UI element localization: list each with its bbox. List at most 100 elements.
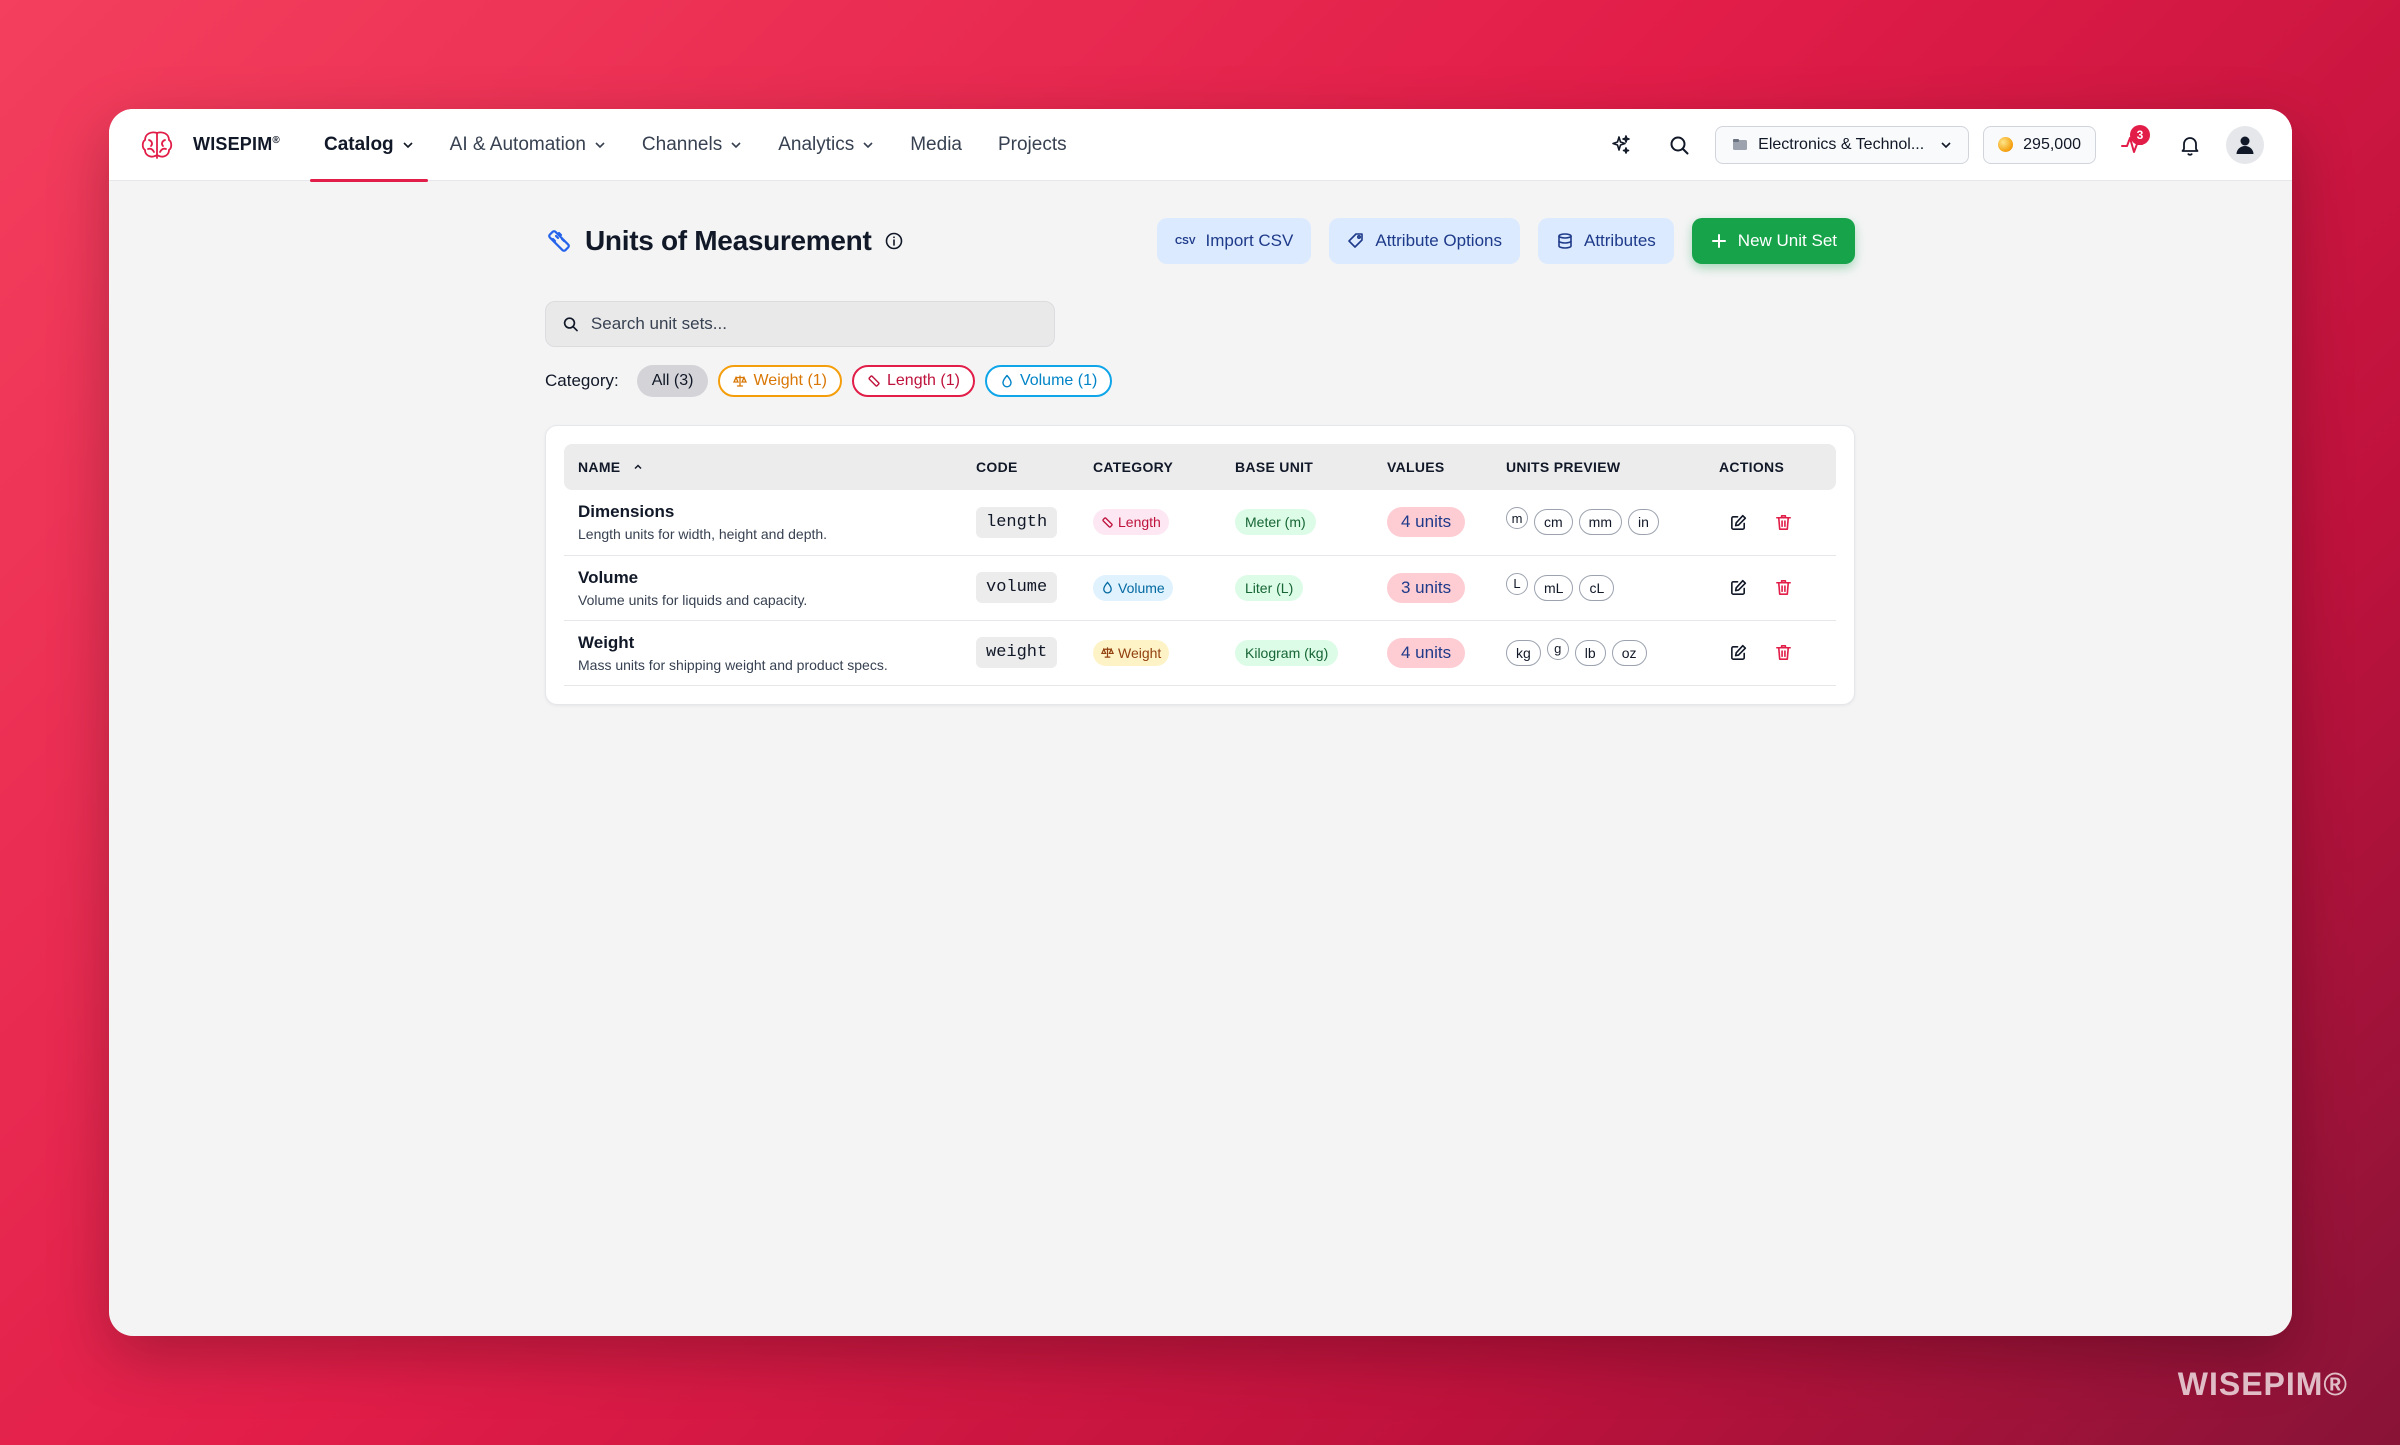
sparkles-icon	[1612, 134, 1630, 154]
nav-ai-automation[interactable]: AI & Automation	[436, 109, 620, 181]
app-window: WISEPIM® Catalog AI & Automation Channel…	[109, 109, 2292, 1336]
nav-analytics-label: Analytics	[778, 133, 855, 155]
nav-projects-label: Projects	[997, 133, 1067, 155]
global-search-button[interactable]	[1657, 123, 1701, 167]
unit-pill: oz	[1611, 639, 1647, 666]
filter-chip-all[interactable]: All (3)	[636, 365, 709, 397]
filter-chip-volume[interactable]: Volume (1)	[984, 365, 1113, 397]
page-header: Units of Measurement CSV Import CSV Attr…	[545, 217, 1855, 265]
brand-name: WISEPIM®	[193, 134, 280, 154]
table-row[interactable]: Dimensions Length units for width, heigh…	[564, 490, 1836, 556]
plus-icon	[1711, 234, 1726, 248]
nav-right-tools: Electronics & Technol... 295,000 3	[1599, 123, 2264, 167]
workspace-name: Electronics & Technol...	[1758, 135, 1925, 153]
values-count-badge: 3 units	[1387, 572, 1466, 603]
category-badge-label: Volume	[1118, 579, 1165, 596]
trash-icon[interactable]	[1774, 513, 1793, 532]
attribute-options-label: Attribute Options	[1375, 231, 1502, 250]
unit-pill: L	[1506, 572, 1528, 595]
units-preview: m cm mm in	[1506, 507, 1691, 536]
workspace-selector[interactable]: Electronics & Technol...	[1715, 125, 1970, 164]
info-icon[interactable]	[884, 231, 904, 251]
edit-icon[interactable]	[1729, 513, 1748, 532]
unit-sets-table: NAME CODE CATEGORY BASE UNIT VALUES UNIT…	[564, 444, 1836, 686]
units-preview: kg g lb oz	[1506, 637, 1691, 666]
chevron-down-icon	[595, 141, 605, 148]
base-unit-badge: Liter (L)	[1235, 574, 1304, 601]
import-csv-label: Import CSV	[1205, 231, 1294, 250]
row-actions	[1719, 643, 1822, 662]
unit-set-search[interactable]	[545, 301, 1055, 347]
unit-set-description: Mass units for shipping weight and produ…	[578, 656, 888, 673]
user-icon	[2236, 136, 2254, 154]
credits-amount: 295,000	[2023, 135, 2081, 153]
tag-icon	[1348, 233, 1364, 248]
base-unit-badge: Meter (m)	[1235, 509, 1316, 536]
unit-pill: cL	[1579, 574, 1615, 601]
column-header-name-label: NAME	[578, 459, 621, 475]
unit-sets-table-card: NAME CODE CATEGORY BASE UNIT VALUES UNIT…	[545, 425, 1855, 705]
row-actions	[1719, 513, 1822, 532]
notifications-button[interactable]	[2168, 123, 2212, 167]
ruler-icon	[868, 375, 880, 387]
droplet-icon	[1002, 374, 1012, 388]
edit-icon[interactable]	[1729, 643, 1748, 662]
values-count-badge: 4 units	[1387, 507, 1466, 538]
unit-set-name[interactable]: Volume	[578, 568, 948, 588]
new-unit-set-button[interactable]: New Unit Set	[1691, 218, 1855, 264]
unit-pill: m	[1506, 507, 1528, 530]
unit-pill: cm	[1534, 509, 1573, 536]
nav-media[interactable]: Media	[896, 109, 976, 181]
attributes-button[interactable]: Attributes	[1537, 218, 1674, 264]
unit-set-name[interactable]: Weight	[578, 633, 948, 653]
column-header-base-unit: BASE UNIT	[1235, 459, 1314, 475]
filter-chip-weight[interactable]: Weight (1)	[718, 365, 842, 397]
chevron-down-icon	[863, 141, 873, 148]
category-filters: Category: All (3) Weight (1) Length (1) …	[545, 365, 1855, 397]
page-title: Units of Measurement	[585, 225, 872, 256]
user-avatar[interactable]	[2226, 125, 2264, 164]
nav-ai-automation-label: AI & Automation	[449, 133, 586, 155]
nav-analytics[interactable]: Analytics	[764, 109, 888, 181]
table-row[interactable]: Volume Volume units for liquids and capa…	[564, 555, 1836, 621]
unit-set-code: weight	[976, 637, 1058, 668]
edit-icon[interactable]	[1729, 578, 1748, 597]
row-actions	[1719, 578, 1822, 597]
import-csv-button[interactable]: CSV Import CSV	[1156, 218, 1312, 264]
nav-catalog-label: Catalog	[323, 133, 394, 155]
column-header-units-preview: UNITS PREVIEW	[1506, 459, 1621, 475]
nav-catalog[interactable]: Catalog	[309, 109, 428, 182]
trash-icon[interactable]	[1774, 643, 1793, 662]
table-row[interactable]: Weight Mass units for shipping weight an…	[564, 620, 1836, 686]
unit-pill: g	[1546, 637, 1569, 660]
coin-icon	[1998, 137, 2014, 152]
nav-projects[interactable]: Projects	[984, 109, 1081, 181]
search-input[interactable]	[590, 314, 1038, 334]
activity-badge: 3	[2130, 124, 2150, 145]
nav-media-label: Media	[910, 133, 962, 155]
credits-balance[interactable]: 295,000	[1983, 125, 2096, 164]
nav-channels[interactable]: Channels	[628, 109, 756, 181]
brand-logo[interactable]: WISEPIM®	[137, 125, 280, 165]
search-icon	[1670, 136, 1689, 154]
column-header-values: VALUES	[1387, 459, 1445, 475]
activity-button[interactable]: 3	[2110, 123, 2154, 167]
unit-set-name[interactable]: Dimensions	[578, 502, 948, 522]
chevron-down-icon	[403, 141, 413, 148]
scale-icon	[1101, 647, 1114, 658]
column-header-name[interactable]: NAME	[564, 444, 962, 490]
category-badge: Weight	[1093, 639, 1170, 666]
attribute-options-button[interactable]: Attribute Options	[1329, 218, 1520, 264]
unit-pill: lb	[1574, 639, 1606, 666]
page-actions: CSV Import CSV Attribute Options Attribu…	[1156, 218, 1855, 264]
trash-icon[interactable]	[1774, 578, 1793, 597]
unit-pill: mL	[1534, 574, 1574, 601]
column-header-category: CATEGORY	[1093, 459, 1174, 475]
column-header-code: CODE	[976, 459, 1018, 475]
filter-chip-length[interactable]: Length (1)	[852, 365, 975, 397]
ai-sparkles-button[interactable]	[1599, 123, 1643, 167]
unit-pill: kg	[1506, 639, 1541, 666]
new-unit-set-label: New Unit Set	[1737, 231, 1837, 250]
main-content: Units of Measurement CSV Import CSV Attr…	[545, 217, 1855, 705]
sort-ascending-icon	[634, 464, 642, 470]
